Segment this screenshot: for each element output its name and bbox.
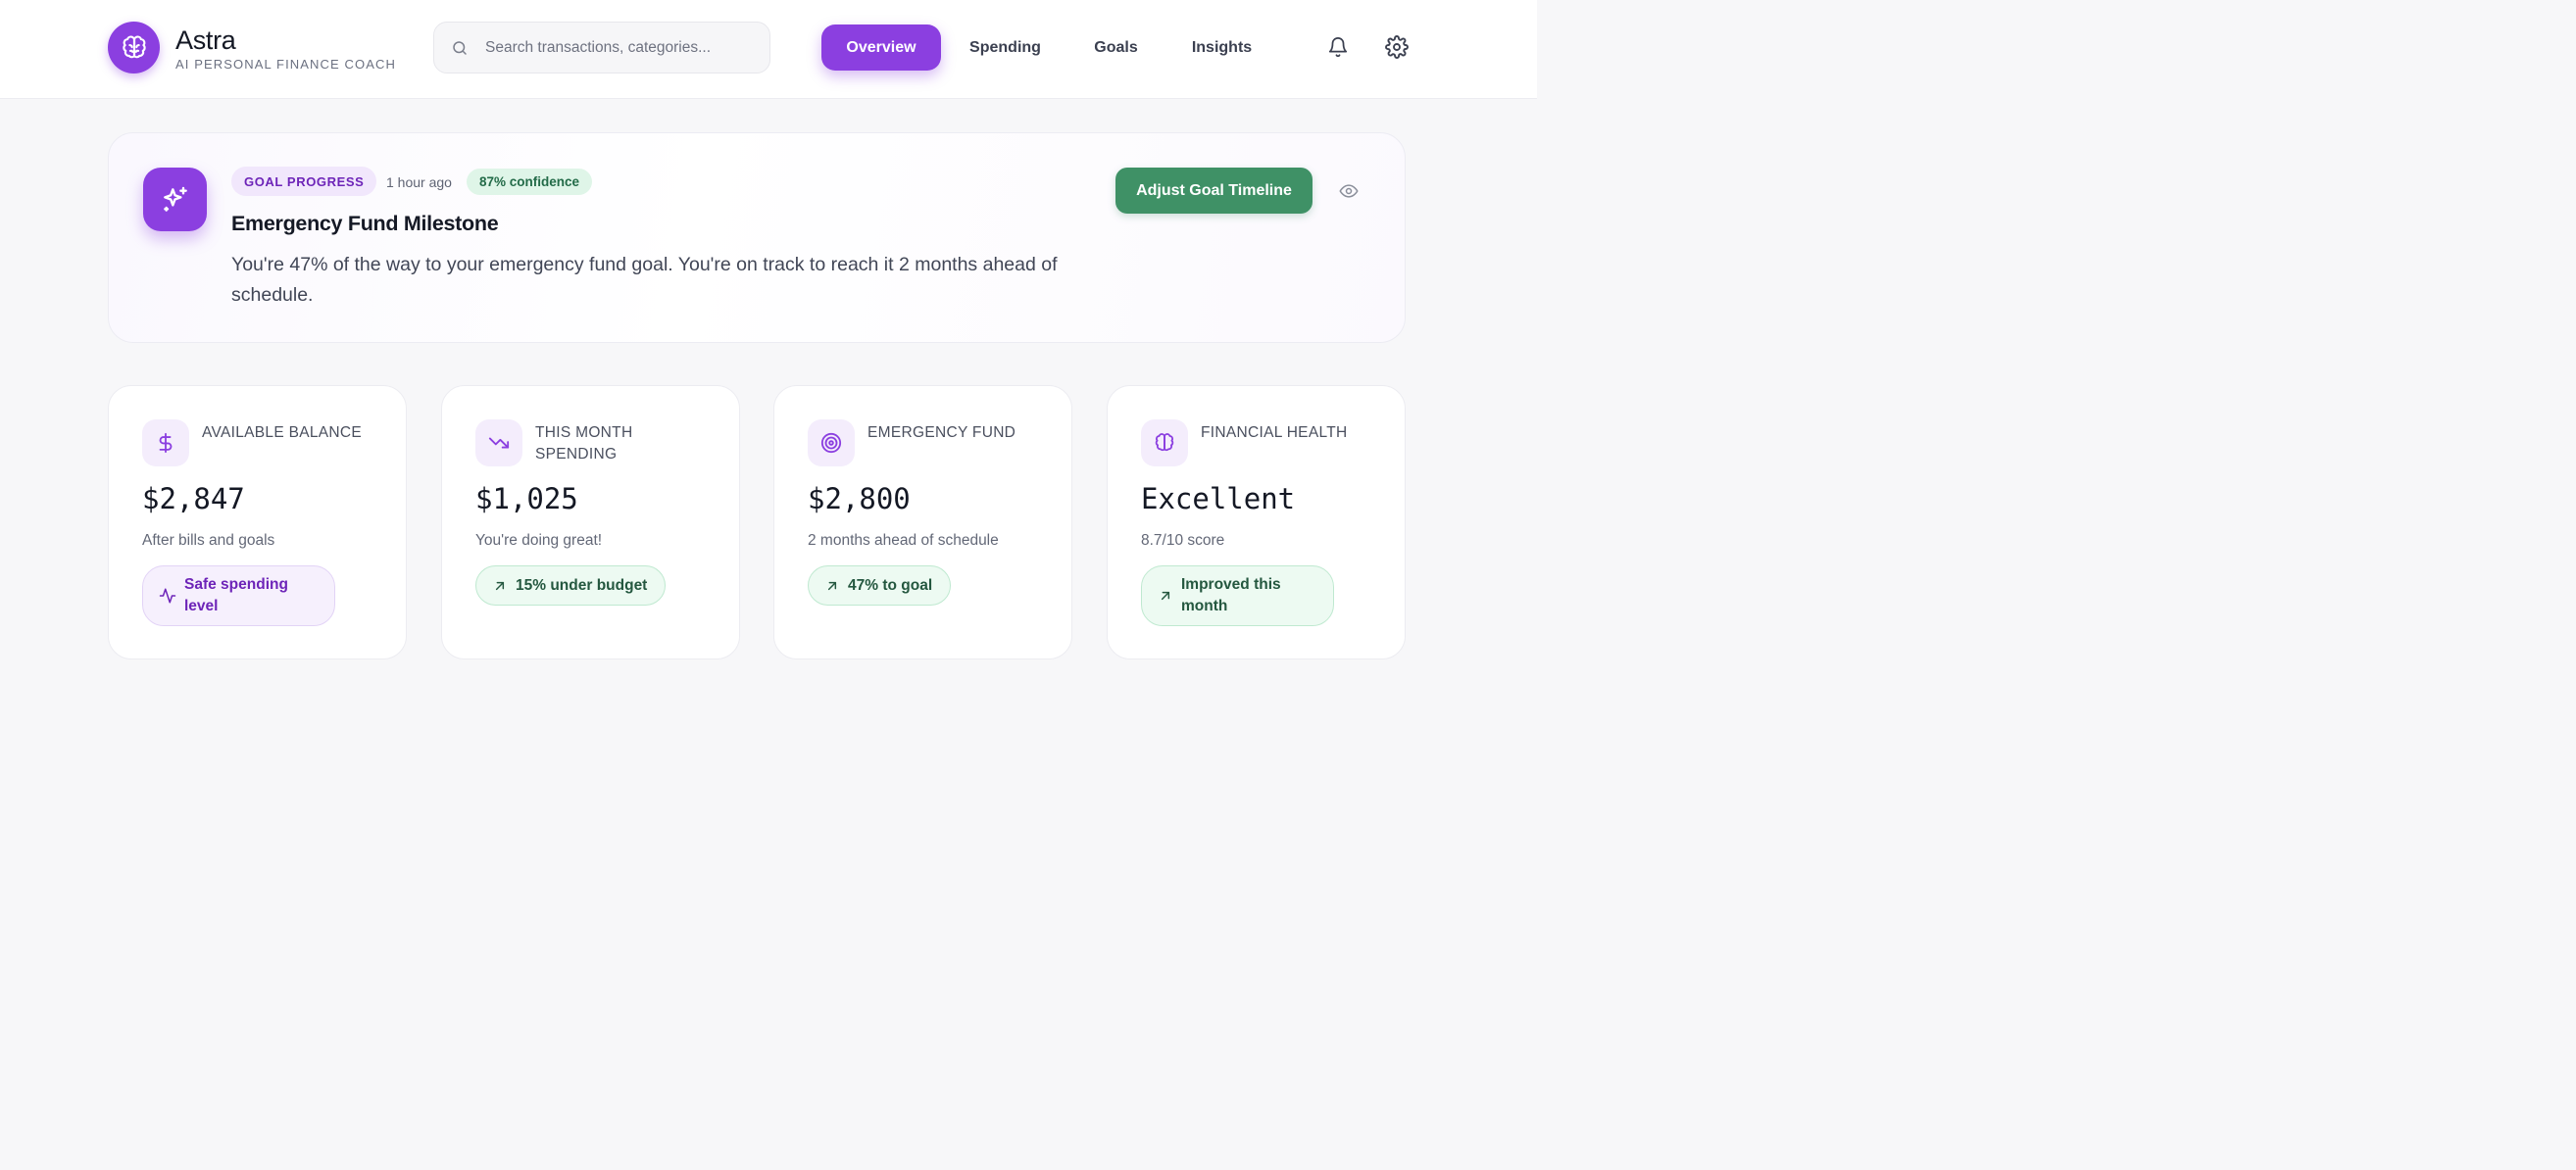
status-badge: Safe spending level [142, 565, 335, 626]
nav-tab-overview[interactable]: Overview [821, 24, 941, 71]
insight-timestamp: 1 hour ago [386, 174, 452, 190]
target-icon [808, 419, 855, 466]
status-badge-label: Improved this month [1181, 576, 1281, 614]
eye-icon[interactable] [1338, 181, 1360, 206]
bell-icon[interactable] [1327, 35, 1349, 64]
insight-category-badge: GOAL PROGRESS [231, 167, 377, 196]
stat-subtext: After bills and goals [142, 532, 275, 549]
confidence-badge: 87% confidence [467, 169, 593, 195]
adjust-goal-timeline-button[interactable]: Adjust Goal Timeline [1115, 168, 1313, 214]
insight-body: You're 47% of the way to your emergency … [231, 254, 1058, 306]
nav-tab-spending[interactable]: Spending [959, 24, 1052, 71]
stat-label: EMERGENCY FUND [867, 424, 1016, 441]
brain-icon [1141, 419, 1188, 466]
stat-card-available-balance: AVAILABLE BALANCE $2,847 After bills and… [108, 385, 407, 659]
arrow-up-right-icon [492, 578, 508, 594]
stat-value: $2,847 [142, 482, 245, 515]
search-input[interactable] [485, 23, 760, 73]
stat-subtext: 2 months ahead of schedule [808, 532, 999, 549]
search-icon [451, 39, 469, 62]
stat-card-financial-health: FINANCIAL HEALTH Excellent 8.7/10 score … [1107, 385, 1406, 659]
stat-value: $2,800 [808, 482, 911, 515]
stat-card-month-spending: THIS MONTH SPENDING $1,025 You're doing … [441, 385, 740, 659]
arrow-up-right-icon [824, 578, 840, 594]
dollar-icon [142, 419, 189, 466]
brand-tagline: AI PERSONAL FINANCE COACH [175, 57, 396, 72]
insight-card: GOAL PROGRESS 1 hour ago 87% confidence … [108, 132, 1406, 343]
status-badge-label: 15% under budget [516, 576, 648, 594]
nav-tab-goals[interactable]: Goals [1078, 24, 1154, 71]
stat-label: AVAILABLE BALANCE [202, 424, 363, 441]
status-badge: 15% under budget [475, 565, 667, 606]
sparkles-icon [143, 168, 207, 231]
stat-label: THIS MONTH SPENDING [535, 424, 633, 463]
top-header: Astra AI PERSONAL FINANCE COACH Overview… [0, 0, 1537, 99]
stat-value: Excellent [1141, 482, 1296, 515]
brain-logo-icon[interactable] [108, 22, 160, 73]
trending-down-icon [475, 419, 522, 466]
gear-icon[interactable] [1385, 35, 1409, 64]
status-badge: 47% to goal [808, 565, 952, 606]
activity-icon [159, 587, 176, 605]
brand-name: Astra [175, 25, 236, 55]
nav-tab-insights[interactable]: Insights [1179, 24, 1264, 71]
stat-card-emergency-fund: EMERGENCY FUND $2,800 2 months ahead of … [773, 385, 1072, 659]
arrow-up-right-icon [1158, 588, 1173, 604]
search-box [433, 22, 770, 73]
stat-subtext: You're doing great! [475, 532, 603, 549]
insight-title: Emergency Fund Milestone [231, 212, 499, 235]
stat-subtext: 8.7/10 score [1141, 532, 1225, 549]
stat-value: $1,025 [475, 482, 578, 515]
status-badge-label: Safe spending level [184, 576, 288, 614]
status-badge-label: 47% to goal [848, 576, 933, 594]
stat-label: FINANCIAL HEALTH [1201, 424, 1348, 441]
status-badge: Improved this month [1141, 565, 1334, 626]
